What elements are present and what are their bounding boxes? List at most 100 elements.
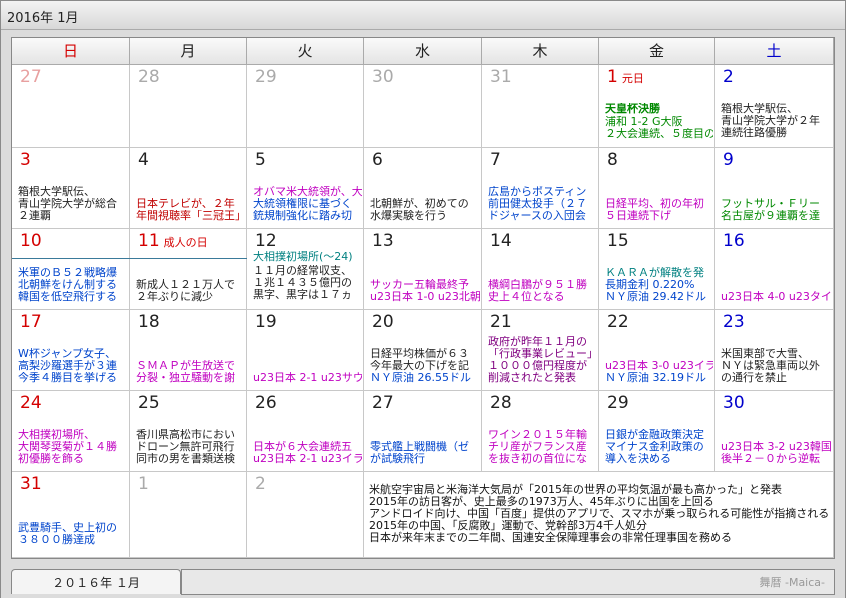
day-cell[interactable]: 7 広島からポスティン 前田健太投手（２７ ドジャースの入団会	[482, 148, 599, 229]
event-text: 香川県高松市におい	[136, 429, 235, 441]
day-cell[interactable]: 20 日経平均株価が６３ 今年最大の下げを記 ＮＹ原油 26.55ドル	[364, 310, 482, 391]
weekday-header: 金	[599, 38, 715, 65]
day-cell[interactable]: 25 香川県高松市におい ドローン無許可飛行 同市の男を書類送検	[130, 391, 247, 472]
title-bar: 2016年 1月	[1, 1, 845, 30]
day-cell[interactable]: 6 北朝鮮が、初めての 水爆実験を行う	[364, 148, 482, 229]
event-text: 今季４勝目を挙げる	[18, 372, 117, 384]
event-text: 日銀が金融政策決定	[605, 429, 704, 441]
day-cell[interactable]: 30 u23日本 3-2 u23韓国 後半２－０から逆転	[715, 391, 834, 472]
event-text: を抜き初の首位にな	[488, 453, 587, 465]
day-cell[interactable]: 29	[247, 65, 364, 148]
event-text: 浦和 1-2 G大阪	[605, 116, 683, 128]
event-text: ドジャースの入団会	[488, 210, 586, 222]
event-text: 零式艦上戦闘機（ゼ	[370, 441, 469, 453]
event-text: 黒字、黒字は１７ヵ	[253, 289, 352, 301]
divider-line	[12, 258, 247, 259]
day-number: 16	[723, 231, 745, 251]
day-number: 1	[138, 474, 149, 494]
day-cell[interactable]: 16 u23日本 4-0 u23タイ	[715, 229, 834, 310]
day-cell[interactable]: 12 大相撲初場所(～24) １１月の経常収支、 １兆１４３５億円の 黒字、黒字は１７ヵ	[247, 229, 364, 310]
event-text: 削減されたと発表	[488, 372, 576, 384]
tab-strip	[181, 569, 835, 595]
day-number: 1 元日	[607, 67, 644, 87]
day-cell[interactable]: 14 横綱白鵬が９５１勝 史上４位となる	[482, 229, 599, 310]
day-cell[interactable]: 13 サッカー五輪最終予 u23日本 1-0 u23北朝	[364, 229, 482, 310]
day-cell[interactable]: 29 日銀が金融政策決定 マイナス金利政策の 導入を決める	[599, 391, 715, 472]
event-text: 大統領権限に基づく	[253, 198, 352, 210]
holiday-label: 成人の日	[163, 236, 208, 249]
day-cell[interactable]: 23 米国東部で大雪、 ＮＹは緊急車両以外 の通行を禁止	[715, 310, 834, 391]
day-number: 27	[20, 67, 42, 87]
day-number: 4	[138, 150, 149, 170]
event-text: W杯ジャンプ女子、	[18, 348, 116, 360]
day-cell[interactable]: 27	[12, 65, 130, 148]
day-number: 9	[723, 150, 734, 170]
day-number: 5	[255, 150, 266, 170]
weekday-header: 木	[482, 38, 599, 65]
day-number: 15	[607, 231, 629, 251]
event-text: 青山学院大学が総合	[18, 198, 117, 210]
event-text: 青山学院大学が２年	[721, 115, 820, 127]
day-cell[interactable]: 9 フットサル・Ｆリー 名古屋が９連覇を達	[715, 148, 834, 229]
day-number: 29	[255, 67, 277, 87]
day-cell[interactable]: 1	[130, 472, 247, 558]
day-cell[interactable]: 31	[482, 65, 599, 148]
day-cell[interactable]: 5 オバマ米大統領が、大 大統領権限に基づく 銃規制強化に踏み切	[247, 148, 364, 229]
calendar-window: 2016年 1月 日月火水木金土 27 28 29 30 31 1 元日 天皇杯決勝 浦和 1-2…	[0, 0, 846, 598]
event-text: 年間視聴率「三冠王」	[136, 210, 245, 222]
day-cell[interactable]: 2	[247, 472, 364, 558]
day-number: 29	[607, 393, 629, 413]
day-cell[interactable]: 28	[130, 65, 247, 148]
event-text: 高梨沙羅選手が３連	[18, 360, 117, 372]
day-cell[interactable]: 10 米軍のＢ５２戦略爆 北朝鮮をけん制する 韓国を低空飛行する	[12, 229, 130, 310]
day-cell[interactable]: 4 日本テレビが、２年 年間視聴率「三冠王」	[130, 148, 247, 229]
day-cell[interactable]: 28 ワイン２０１５年輸 チリ産がフランス産 を抜き初の首位にな	[482, 391, 599, 472]
day-cell[interactable]: 19 u23日本 2-1 u23サウ	[247, 310, 364, 391]
day-cell[interactable]: 17 W杯ジャンプ女子、 高梨沙羅選手が３連 今季４勝目を挙げる	[12, 310, 130, 391]
day-number: 30	[723, 393, 745, 413]
day-cell[interactable]: 1 元日 天皇杯決勝 浦和 1-2 G大阪 ２大会連続、５度目の	[599, 65, 715, 148]
weekday-header: 月	[130, 38, 247, 65]
event-text: 水爆実験を行う	[370, 210, 447, 222]
day-cell[interactable]: 18 ＳＭＡＰが生放送で 分裂・独立騒動を謝	[130, 310, 247, 391]
event-text: 広島からポスティン	[488, 186, 587, 198]
day-cell[interactable]: 8 日経平均、初の年初 ５日連続下げ	[599, 148, 715, 229]
day-number: 31	[490, 67, 512, 87]
event-text: 北朝鮮が、初めての	[370, 198, 469, 210]
day-cell[interactable]: 21 政府が昨年１１月の 「行政事業レビュー」 １０００億円程度が 削減されたと発表	[482, 310, 599, 391]
day-number: 28	[138, 67, 160, 87]
day-cell[interactable]: 15 ＫＡＲＡが解散を発 長期金利 0.220% ＮＹ原油 29.42ドル	[599, 229, 715, 310]
monthly-news: 米航空宇宙局と米海洋大気局が「2015年の世界の平均気温が最も高かった」と発表 2…	[369, 484, 829, 544]
day-number: 19	[255, 312, 277, 332]
day-cell[interactable]: 30	[364, 65, 482, 148]
day-number: 24	[20, 393, 42, 413]
day-number: 30	[372, 67, 394, 87]
event-text: 史上４位となる	[488, 291, 565, 303]
day-number: 31	[20, 474, 42, 494]
day-cell[interactable]: 31 武豊騎手、史上初の ３８００勝達成	[12, 472, 130, 558]
event-text: 同市の男を書類送検	[136, 453, 235, 465]
day-cell[interactable]: 11 成人の日 新成人１２１万人で ２年ぶりに減少	[130, 229, 247, 310]
event-text: u23日本 3-0 u23イラ	[605, 360, 713, 372]
weekday-header: 土	[715, 38, 834, 65]
day-number: 25	[138, 393, 160, 413]
day-cell[interactable]: 2 箱根大学駅伝、 青山学院大学が２年 連続往路優勝	[715, 65, 834, 148]
day-number: 26	[255, 393, 277, 413]
event-text: 初優勝を飾る	[18, 453, 84, 465]
day-cell[interactable]: 27 零式艦上戦闘機（ゼ が試験飛行	[364, 391, 482, 472]
day-number: 10	[20, 231, 42, 251]
event-text: 韓国を低空飛行する	[18, 291, 117, 303]
day-cell[interactable]: 26 日本が６大会連続五 u23日本 2-1 u23イラ	[247, 391, 364, 472]
event-text: 大相撲初場所(～24)	[253, 251, 353, 263]
event-text: u23日本 3-2 u23韓国	[721, 441, 832, 453]
event-text: 横綱白鵬が９５１勝	[488, 279, 587, 291]
day-number: 28	[490, 393, 512, 413]
day-number: 8	[607, 150, 618, 170]
day-cell[interactable]: 3 箱根大学駅伝、 青山学院大学が総合 ２連覇	[12, 148, 130, 229]
day-cell[interactable]: 24 大相撲初場所、 大関琴奨菊が１４勝 初優勝を飾る	[12, 391, 130, 472]
event-text: u23日本 2-1 u23イラ	[253, 453, 362, 465]
tab-month[interactable]: ２０１６年 １月	[11, 569, 181, 594]
day-cell[interactable]: 22 u23日本 3-0 u23イラ ＮＹ原油 32.19ドル	[599, 310, 715, 391]
event-text: １１月の経常収支、	[253, 265, 352, 277]
day-number: 13	[372, 231, 394, 251]
